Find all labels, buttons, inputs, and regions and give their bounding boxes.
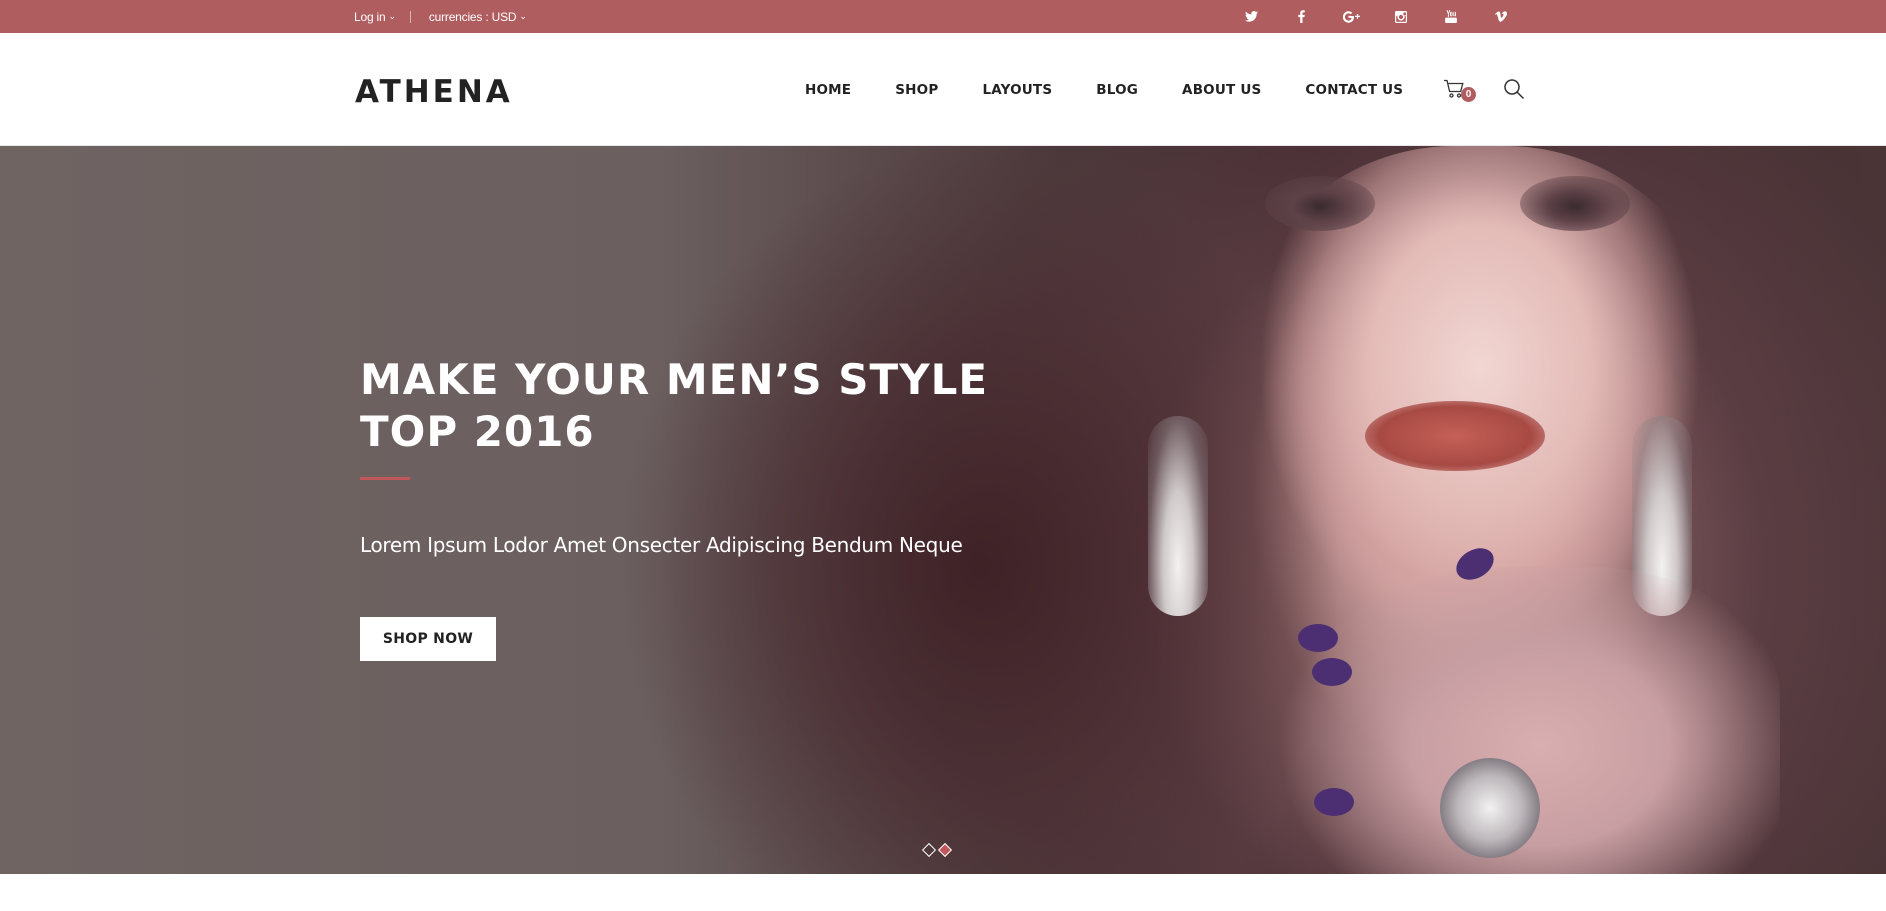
hero-image-nail [1314, 788, 1354, 816]
currency-dropdown[interactable]: currencies : USD ⌄ [429, 10, 527, 24]
site-header: ATHENA HOME SHOP LAYOUTS BLOG ABOUT US C… [0, 33, 1886, 146]
social-links [1226, 0, 1526, 33]
vimeo-icon[interactable] [1476, 0, 1526, 33]
hero-image-ring [1440, 758, 1540, 858]
twitter-icon[interactable] [1226, 0, 1276, 33]
nav-home[interactable]: HOME [805, 82, 851, 98]
slider-dot-2[interactable] [937, 842, 953, 858]
hero-image-eye [1265, 176, 1375, 231]
nav-contact-us[interactable]: CONTACT US [1305, 82, 1403, 98]
nav-blog[interactable]: BLOG [1096, 82, 1138, 98]
google-plus-icon[interactable] [1326, 0, 1376, 33]
slider-dots [921, 842, 953, 858]
hero-subtitle: Lorem Ipsum Lodor Amet Onsecter Adipisci… [360, 533, 963, 557]
search-icon [1504, 79, 1525, 100]
hero-image-earring [1148, 416, 1208, 616]
cart-count-badge: 0 [1461, 87, 1476, 102]
hero-title-line2: TOP 2016 [360, 407, 595, 456]
chevron-down-icon: ⌄ [519, 11, 527, 21]
hero-title: MAKE YOUR MEN’S STYLE TOP 2016 [360, 354, 1060, 458]
hero-image-eye [1520, 176, 1630, 231]
currency-label: currencies : USD [428, 9, 517, 24]
top-bar-left: Log in ⌄ currencies : USD ⌄ [354, 0, 527, 33]
hero-divider [360, 477, 410, 480]
hero-image-nail [1312, 658, 1352, 686]
hero-title-line1: MAKE YOUR MEN’S STYLE [360, 355, 989, 404]
youtube-icon[interactable] [1426, 0, 1476, 33]
top-bar: Log in ⌄ currencies : USD ⌄ [0, 0, 1886, 33]
search-button[interactable] [1503, 78, 1525, 100]
nav-about-us[interactable]: ABOUT US [1182, 82, 1261, 98]
divider [409, 10, 411, 23]
nav-shop[interactable]: SHOP [895, 82, 938, 98]
login-label: Log in [354, 9, 386, 24]
slider-dot-1[interactable] [921, 842, 937, 858]
cart-button[interactable]: 0 [1443, 79, 1477, 105]
hero-slider: MAKE YOUR MEN’S STYLE TOP 2016 Lorem Ips… [0, 146, 1886, 874]
chevron-down-icon: ⌄ [388, 11, 397, 21]
hero-image-lips [1365, 401, 1545, 471]
instagram-icon[interactable] [1376, 0, 1426, 33]
shop-now-button[interactable]: SHOP NOW [360, 617, 496, 661]
facebook-icon[interactable] [1276, 0, 1326, 33]
login-dropdown[interactable]: Log in ⌄ [354, 10, 396, 24]
site-logo[interactable]: ATHENA [355, 74, 513, 110]
main-nav: HOME SHOP LAYOUTS BLOG ABOUT US CONTACT … [783, 33, 1425, 146]
hero-image-nail [1298, 624, 1338, 652]
nav-layouts[interactable]: LAYOUTS [982, 82, 1052, 98]
